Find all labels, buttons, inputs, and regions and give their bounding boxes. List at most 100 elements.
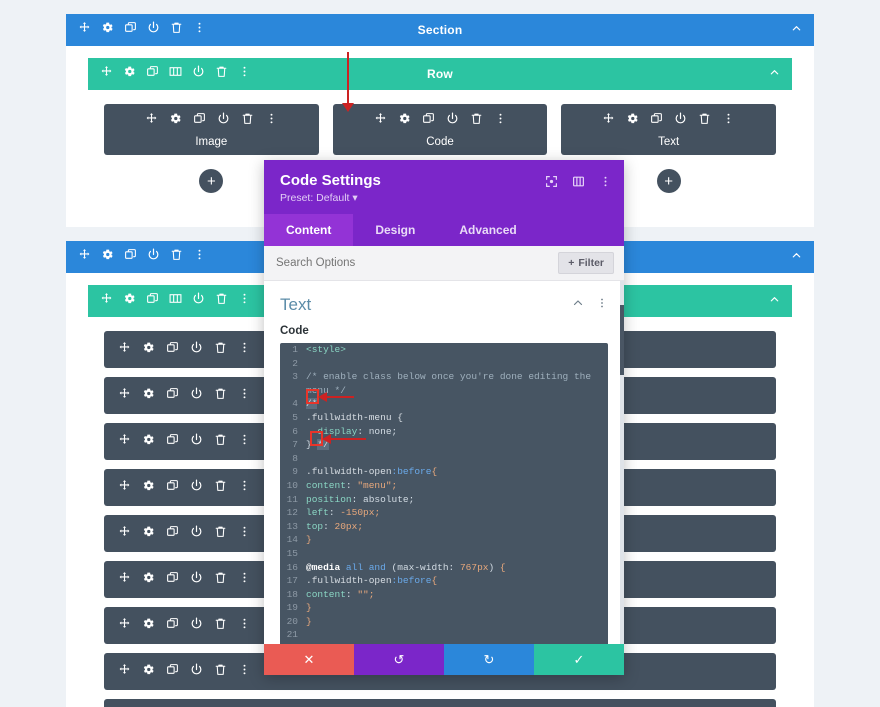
more-vertical-icon[interactable] xyxy=(265,112,278,130)
expand-icon[interactable] xyxy=(545,175,558,193)
power-icon[interactable] xyxy=(190,433,203,451)
move-icon[interactable] xyxy=(118,387,131,405)
duplicate-icon[interactable] xyxy=(166,617,179,635)
gear-icon[interactable] xyxy=(398,112,411,130)
code-line[interactable]: 2 xyxy=(280,357,608,371)
power-icon[interactable] xyxy=(217,112,230,130)
power-icon[interactable] xyxy=(190,387,203,405)
power-icon[interactable] xyxy=(147,21,160,39)
power-icon[interactable] xyxy=(190,571,203,589)
layout-icon[interactable] xyxy=(572,175,585,193)
toggle-header-text[interactable]: Text xyxy=(264,281,624,325)
more-vertical-icon[interactable] xyxy=(238,663,251,681)
redo-button[interactable]: ↻ xyxy=(444,644,534,675)
code-line[interactable]: 15 xyxy=(280,547,608,561)
chevron-up-icon[interactable] xyxy=(791,23,802,37)
columns-icon[interactable] xyxy=(169,65,182,83)
module-code[interactable]: Code xyxy=(332,104,548,155)
module-text[interactable]: Text xyxy=(561,104,777,155)
trash-icon[interactable] xyxy=(170,248,183,266)
code-line[interactable]: 22 .line{ xyxy=(280,642,608,644)
power-icon[interactable] xyxy=(190,663,203,681)
duplicate-icon[interactable] xyxy=(193,112,206,130)
modal-preset-selector[interactable]: Preset: Default ▾ xyxy=(280,192,608,204)
gear-icon[interactable] xyxy=(142,479,155,497)
trash-icon[interactable] xyxy=(241,112,254,130)
gear-icon[interactable] xyxy=(142,433,155,451)
module-image[interactable]: Image xyxy=(104,104,319,155)
modal-scrollbar[interactable] xyxy=(620,281,624,644)
more-vertical-icon[interactable] xyxy=(193,21,206,39)
more-vertical-icon[interactable] xyxy=(238,341,251,359)
power-icon[interactable] xyxy=(674,112,687,130)
trash-icon[interactable] xyxy=(214,617,227,635)
code-line[interactable]: 3 /* enable class below once you're done … xyxy=(280,370,608,397)
code-line[interactable]: 11 position: absolute; xyxy=(280,493,608,507)
trash-icon[interactable] xyxy=(214,479,227,497)
add-module-button[interactable]: + xyxy=(656,169,681,193)
code-line[interactable]: 12 left: -150px; xyxy=(280,506,608,520)
add-module-button[interactable]: + xyxy=(199,169,224,193)
move-icon[interactable] xyxy=(118,433,131,451)
code-line[interactable]: 21 xyxy=(280,628,608,642)
code-line[interactable]: 10 content: "menu"; xyxy=(280,479,608,493)
trash-icon[interactable] xyxy=(214,433,227,451)
move-icon[interactable] xyxy=(118,617,131,635)
tab-content[interactable]: Content xyxy=(264,214,354,246)
duplicate-icon[interactable] xyxy=(650,112,663,130)
duplicate-icon[interactable] xyxy=(166,387,179,405)
power-icon[interactable] xyxy=(147,248,160,266)
save-button[interactable]: ✓ xyxy=(534,644,624,675)
code-line[interactable]: 17 .fullwidth-open:before{ xyxy=(280,574,608,588)
more-vertical-icon[interactable] xyxy=(193,248,206,266)
trash-icon[interactable] xyxy=(215,65,228,83)
power-icon[interactable] xyxy=(190,525,203,543)
code-line[interactable]: 18 content: ""; xyxy=(280,588,608,602)
move-icon[interactable] xyxy=(118,571,131,589)
more-vertical-icon[interactable] xyxy=(238,433,251,451)
move-icon[interactable] xyxy=(100,292,113,310)
gear-icon[interactable] xyxy=(123,65,136,83)
duplicate-icon[interactable] xyxy=(124,248,137,266)
code-line[interactable]: 13 top: 20px; xyxy=(280,520,608,534)
move-icon[interactable] xyxy=(374,112,387,130)
trash-icon[interactable] xyxy=(470,112,483,130)
duplicate-icon[interactable] xyxy=(166,433,179,451)
code-line[interactable]: 4 /* xyxy=(280,397,608,411)
code-line[interactable]: 20} xyxy=(280,615,608,629)
move-icon[interactable] xyxy=(118,663,131,681)
code-line[interactable]: 16 @media all and (max-width: 767px) { xyxy=(280,561,608,575)
duplicate-icon[interactable] xyxy=(166,341,179,359)
trash-icon[interactable] xyxy=(214,663,227,681)
move-icon[interactable] xyxy=(118,525,131,543)
duplicate-icon[interactable] xyxy=(146,65,159,83)
trash-icon[interactable] xyxy=(214,387,227,405)
power-icon[interactable] xyxy=(190,341,203,359)
tab-advanced[interactable]: Advanced xyxy=(437,214,538,246)
gear-icon[interactable] xyxy=(142,617,155,635)
chevron-up-icon[interactable] xyxy=(769,67,780,81)
power-icon[interactable] xyxy=(192,65,205,83)
tab-design[interactable]: Design xyxy=(353,214,437,246)
gear-icon[interactable] xyxy=(142,571,155,589)
more-vertical-icon[interactable] xyxy=(238,525,251,543)
move-icon[interactable] xyxy=(145,112,158,130)
duplicate-icon[interactable] xyxy=(166,525,179,543)
more-vertical-icon[interactable] xyxy=(238,479,251,497)
gear-icon[interactable] xyxy=(142,341,155,359)
power-icon[interactable] xyxy=(446,112,459,130)
move-icon[interactable] xyxy=(602,112,615,130)
section-header-bar[interactable]: Section xyxy=(66,14,814,46)
filter-button[interactable]: + Filter xyxy=(558,252,614,274)
duplicate-icon[interactable] xyxy=(124,21,137,39)
gear-icon[interactable] xyxy=(101,21,114,39)
code-line[interactable]: 5 .fullwidth-menu { xyxy=(280,411,608,425)
move-icon[interactable] xyxy=(100,65,113,83)
more-vertical-icon[interactable] xyxy=(722,112,735,130)
more-vertical-icon[interactable] xyxy=(238,65,251,83)
trash-icon[interactable] xyxy=(214,341,227,359)
chevron-up-icon[interactable] xyxy=(769,294,780,308)
duplicate-icon[interactable] xyxy=(422,112,435,130)
code-line[interactable]: 1 <style> xyxy=(280,343,608,357)
module-list-item[interactable] xyxy=(104,699,776,707)
